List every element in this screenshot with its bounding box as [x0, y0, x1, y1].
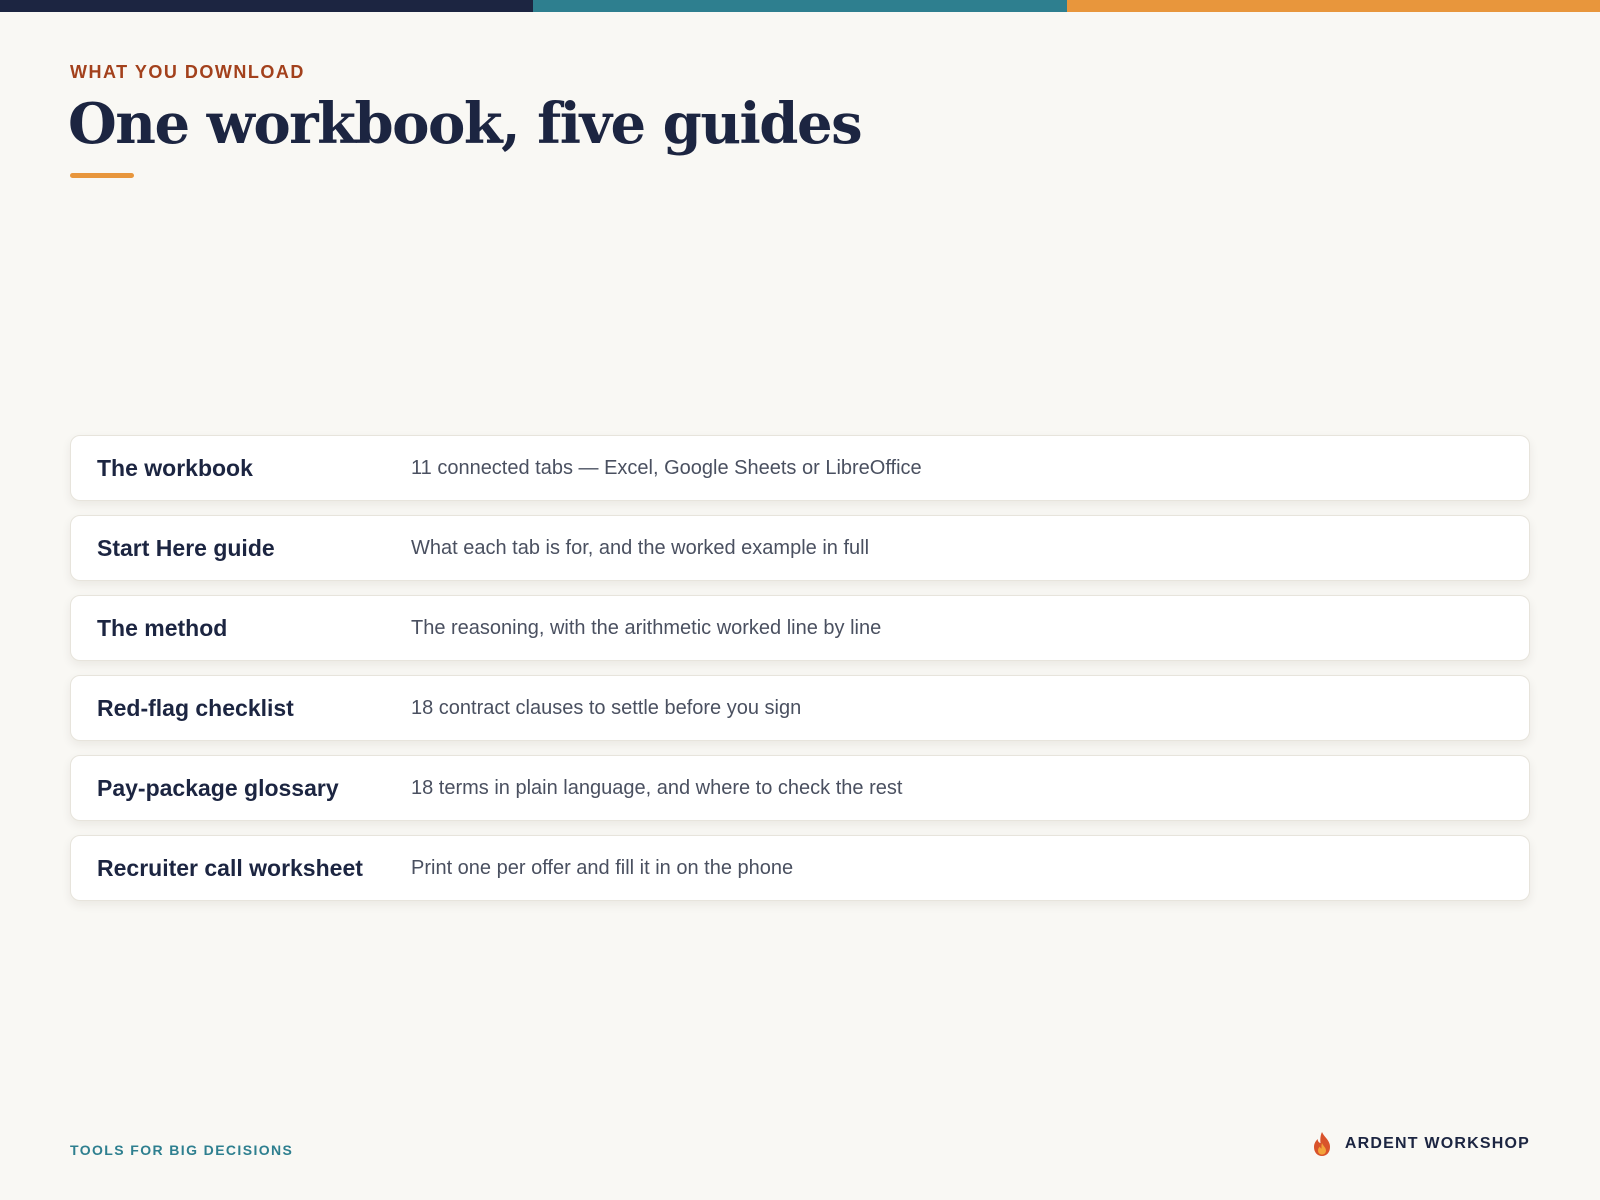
item-description: What each tab is for, and the worked exa… — [411, 536, 870, 559]
item-label: The method — [97, 614, 228, 641]
eyebrow-label: WHAT YOU DOWNLOAD — [70, 62, 305, 82]
top-color-bar — [0, 0, 1600, 12]
page-title: One workbook, five guides — [68, 91, 863, 157]
list-item: The method The reasoning, with the arith… — [70, 595, 1530, 661]
item-description: 18 terms in plain language, and where to… — [411, 776, 903, 799]
item-label: Recruiter call worksheet — [97, 854, 363, 881]
top-bar-segment-teal — [533, 0, 1067, 12]
list-item: Start Here guide What each tab is for, a… — [70, 515, 1530, 581]
item-description: Print one per offer and fill it in on th… — [411, 856, 794, 879]
footer-tagline: TOOLS FOR BIG DECISIONS — [70, 1142, 294, 1158]
brand-name: ARDENT WORKSHOP — [1344, 1135, 1530, 1152]
download-list: The workbook 11 connected tabs — Excel, … — [70, 435, 1530, 915]
title-underline — [70, 173, 134, 178]
item-label: Pay-package glossary — [97, 774, 339, 801]
item-label: The workbook — [97, 454, 253, 481]
item-description: The reasoning, with the arithmetic worke… — [411, 616, 882, 639]
list-item: Pay-package glossary 18 terms in plain l… — [70, 755, 1530, 821]
brand-logo: ARDENT WORKSHOP — [1311, 1131, 1530, 1157]
list-item: Recruiter call worksheet Print one per o… — [70, 835, 1530, 901]
item-label: Start Here guide — [97, 534, 275, 561]
item-description: 11 connected tabs — Excel, Google Sheets… — [411, 456, 922, 479]
flame-icon — [1313, 1132, 1330, 1156]
list-item: Red-flag checklist 18 contract clauses t… — [70, 675, 1530, 741]
list-item: The workbook 11 connected tabs — Excel, … — [70, 435, 1530, 501]
item-label: Red-flag checklist — [97, 694, 294, 721]
item-description: 18 contract clauses to settle before you… — [411, 696, 802, 719]
top-bar-segment-navy — [0, 0, 534, 12]
top-bar-segment-orange — [1066, 0, 1600, 12]
